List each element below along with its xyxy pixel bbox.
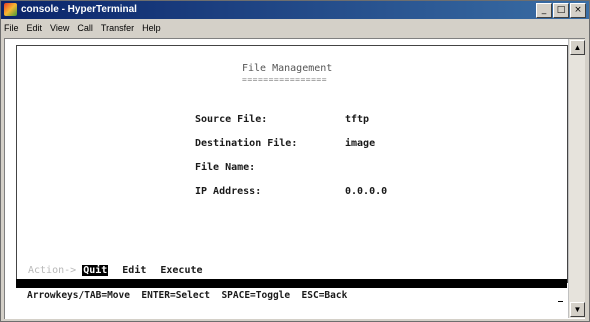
action-execute[interactable]: Execute [160,265,202,276]
file-name-label: File Name: [195,162,256,173]
menu-bar: File Edit View Call Transfer Help [1,20,589,36]
scroll-up-icon[interactable]: ▲ [570,40,585,55]
destination-file-value[interactable]: image [345,138,375,150]
hyperterminal-icon[interactable] [4,3,17,16]
menu-call[interactable]: Call [73,21,97,35]
window-title: console - HyperTerminal [21,4,137,15]
source-file-value[interactable]: tftp [345,114,369,126]
ip-address-label: IP Address: [195,186,262,197]
title-bar[interactable]: console - HyperTerminal _ □ × [1,1,589,19]
terminal-screen[interactable]: File Management ================ Source … [12,41,568,305]
menu-edit[interactable]: Edit [23,21,47,35]
destination-file-label: Destination File: [195,138,298,149]
action-label: Action-> [28,265,83,276]
source-file-label: Source File: [195,114,268,125]
scroll-down-icon[interactable]: ▼ [570,302,585,317]
close-button[interactable]: × [570,3,586,18]
menu-file[interactable]: File [1,21,23,35]
key-help-line: Arrowkeys/TAB=Move ENTER=Select SPACE=To… [27,290,348,301]
terminal-area[interactable]: File Management ================ Source … [4,38,585,319]
status-separator-bar [16,279,567,288]
menu-view[interactable]: View [46,21,73,35]
action-menu: Action-> Quit Edit Execute [28,264,203,277]
menu-help[interactable]: Help [138,21,165,35]
minimize-button[interactable]: _ [536,3,552,18]
vertical-scrollbar[interactable]: ▲ ▼ [568,39,585,318]
window-controls: _ □ × [536,3,586,18]
maximize-button[interactable]: □ [553,3,569,18]
ip-address-value[interactable]: 0.0.0.0 [345,186,387,198]
title-underline: ================ [242,75,328,84]
hyperterminal-window: console - HyperTerminal _ □ × File Edit … [0,0,590,322]
menu-transfer[interactable]: Transfer [97,21,138,35]
action-edit[interactable]: Edit [122,265,146,276]
action-quit[interactable]: Quit [82,265,109,276]
text-cursor [558,301,563,302]
